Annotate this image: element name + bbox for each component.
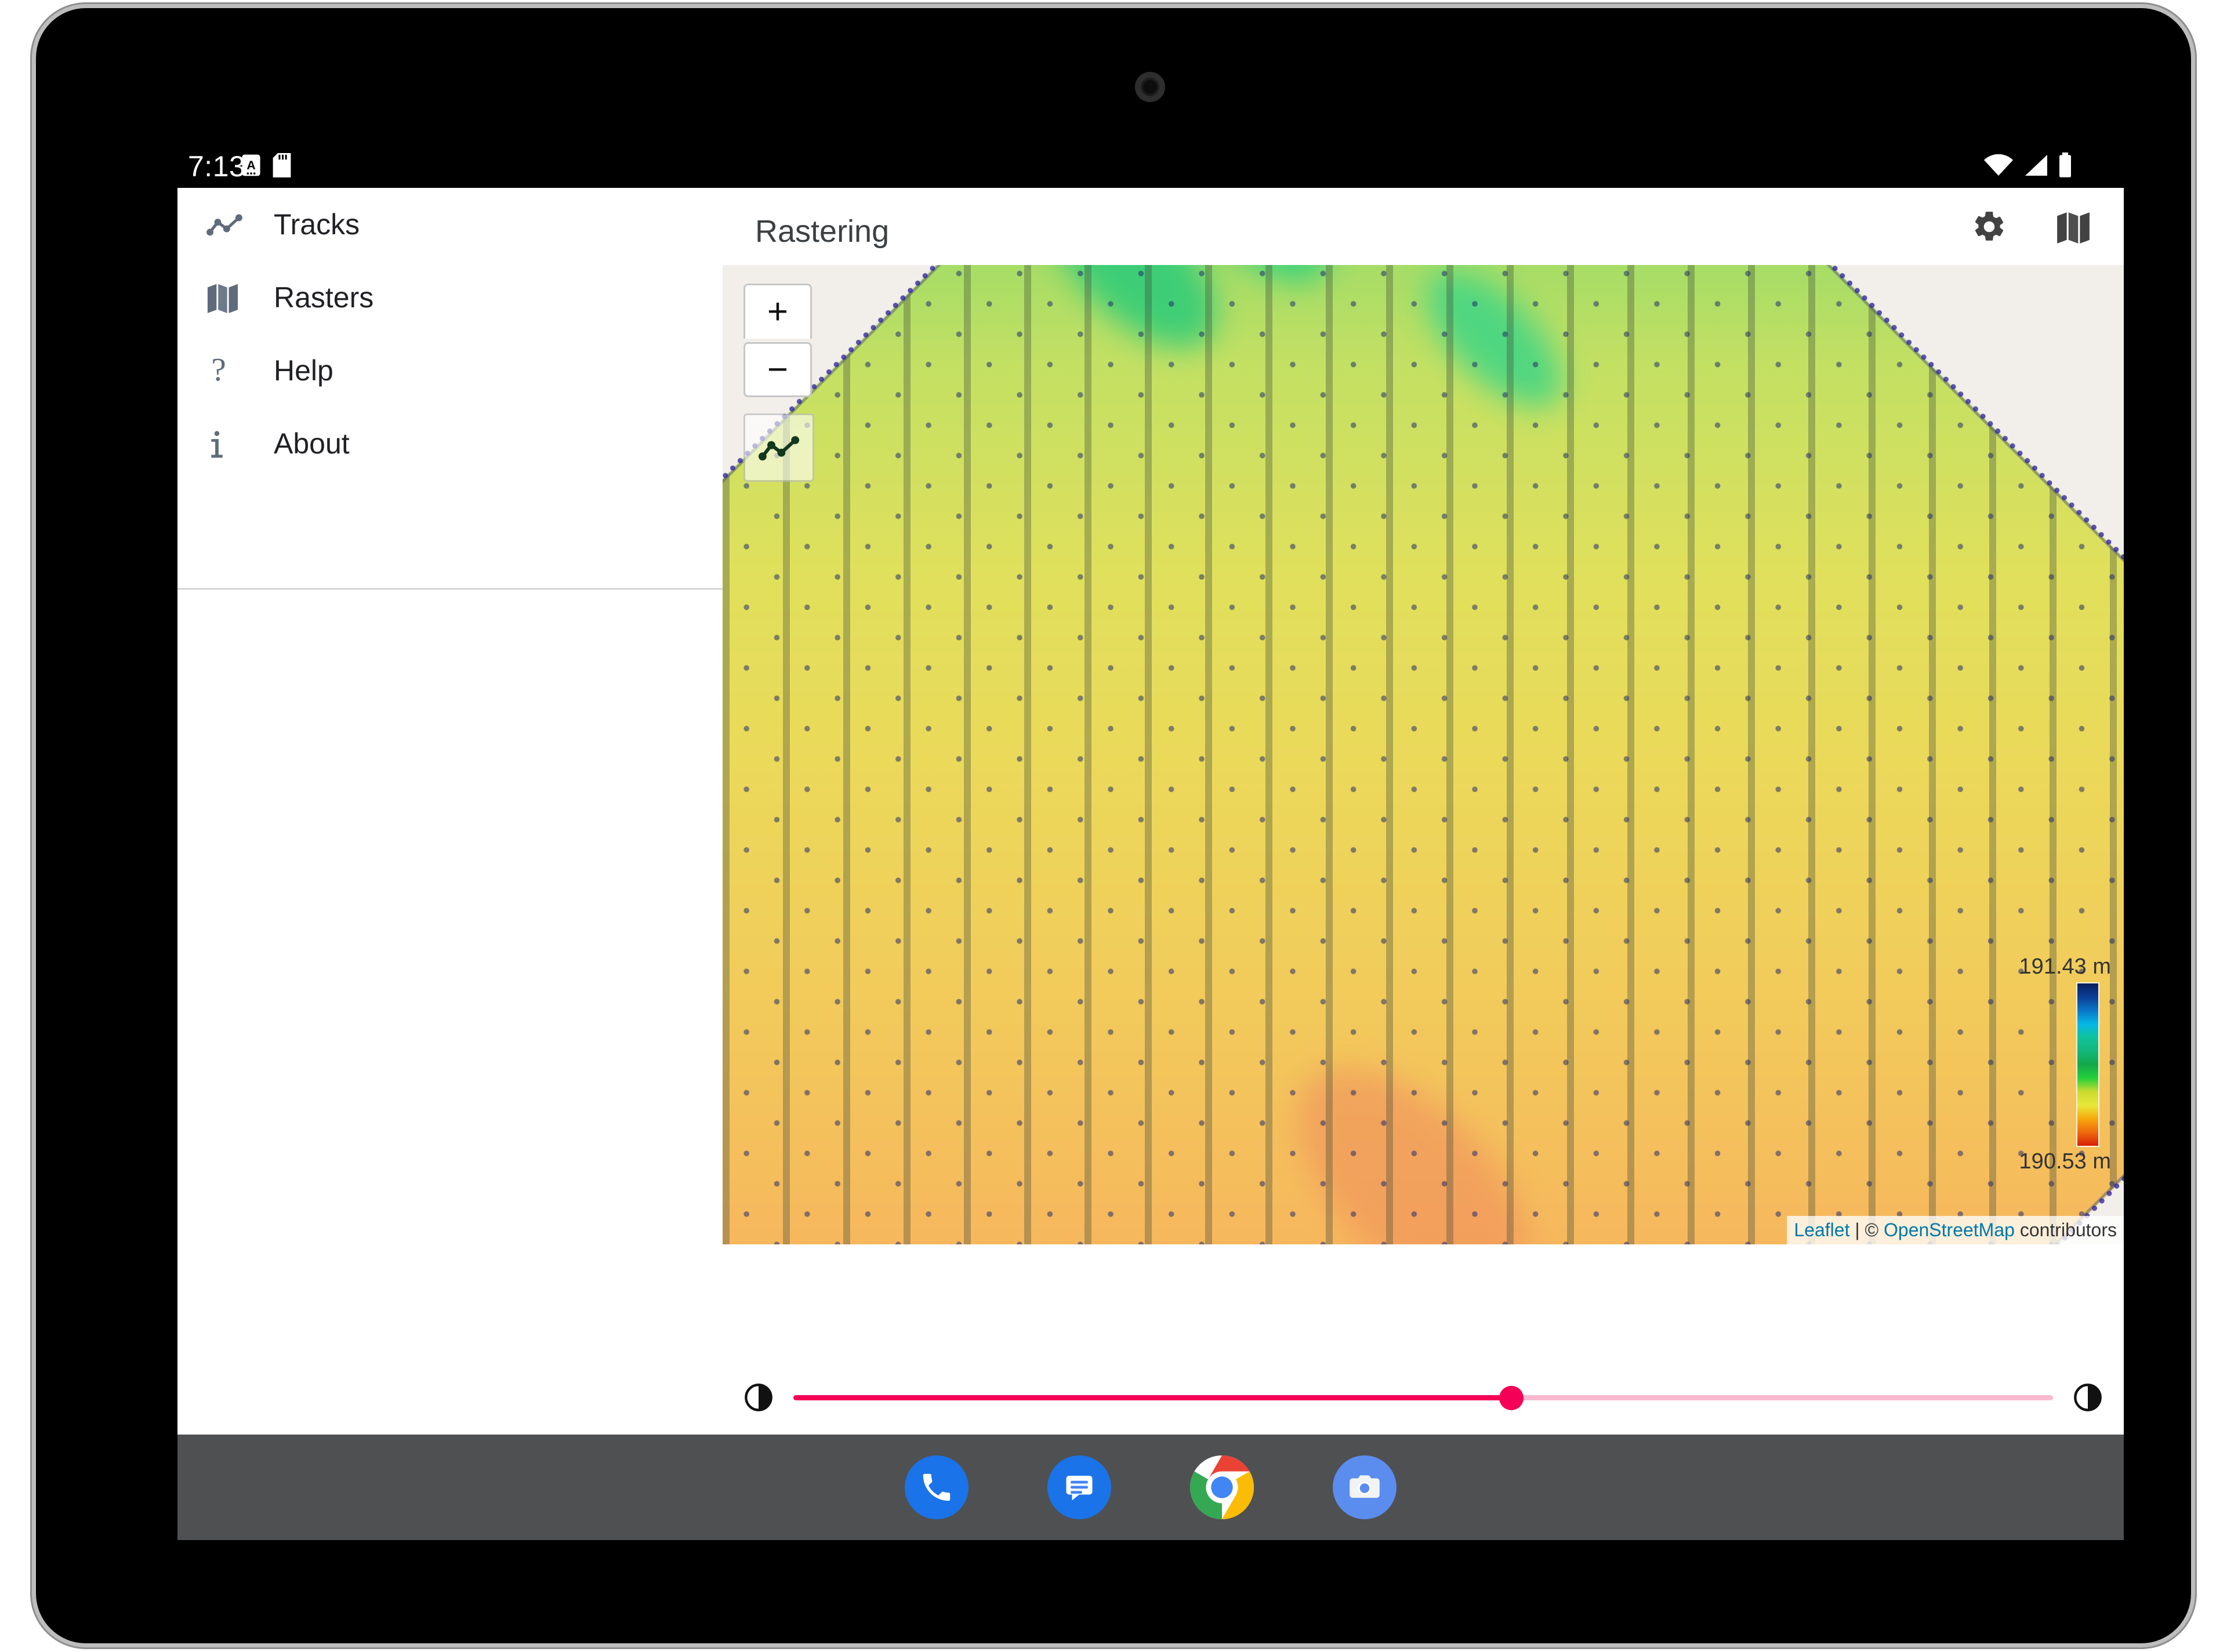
front-camera-icon xyxy=(1135,72,1165,102)
slider-thumb[interactable] xyxy=(1499,1386,1524,1410)
track-toggle-button[interactable] xyxy=(743,413,814,482)
map-canvas[interactable]: + − 191.43 m 190.53 m Leaflet | © OpenSt… xyxy=(723,265,2124,1244)
legend-colorbar xyxy=(2077,983,2098,1146)
legend-min-label: 190.53 m xyxy=(2019,1149,2111,1174)
dock-navigation-bar xyxy=(177,1435,2124,1540)
elevation-legend: 191.43 m 190.53 m xyxy=(2019,954,2111,1174)
app-body: Tracks Rasters ? Help About Rastering + … xyxy=(177,188,2124,1435)
main-pane: Rastering + − 191.43 m 190.53 m Leaflet … xyxy=(723,188,2124,1435)
dock-item-camera[interactable] xyxy=(1333,1455,1397,1519)
map-attribution: Leaflet | © OpenStreetMap contributors xyxy=(1787,1216,2124,1244)
sidebar-item-label: Rasters xyxy=(274,281,374,314)
question-mark-icon: ? xyxy=(205,354,274,387)
messages-icon xyxy=(1066,1476,1093,1501)
cellular-signal-icon xyxy=(2025,155,2047,176)
sd-card-icon xyxy=(273,153,291,177)
raster-overlay xyxy=(723,265,2124,1244)
zoom-in-button[interactable]: + xyxy=(743,284,812,339)
camera-icon xyxy=(1350,1475,1380,1498)
slider-track-active xyxy=(793,1395,1512,1400)
folded-map-icon xyxy=(205,282,274,313)
sidebar-item-label: Help xyxy=(274,354,333,387)
status-clock: 7:13 xyxy=(188,150,246,183)
legend-max-label: 191.43 m xyxy=(2019,954,2111,979)
gear-icon xyxy=(1975,211,2004,241)
app-bar: Rastering xyxy=(723,188,2124,265)
info-icon xyxy=(205,427,274,460)
contrast-slider-row xyxy=(723,1360,2124,1435)
raster-border-waypoints xyxy=(723,265,2124,1244)
contrast-slider[interactable] xyxy=(793,1360,2053,1435)
leaflet-link[interactable]: Leaflet xyxy=(1794,1219,1849,1240)
track-line-chart-icon xyxy=(758,436,800,461)
zoom-control: + − xyxy=(743,284,812,397)
contrast-icon[interactable] xyxy=(743,1382,774,1413)
settings-button[interactable] xyxy=(1961,199,2017,255)
navigation-drawer: Tracks Rasters ? Help About xyxy=(177,188,723,1435)
sidebar-item-about[interactable]: About xyxy=(177,407,723,480)
attribution-suffix: contributors xyxy=(2014,1219,2117,1240)
dock-item-chrome[interactable] xyxy=(1190,1455,1254,1519)
status-right-icons xyxy=(1983,143,2073,188)
wifi-icon xyxy=(1984,154,2013,176)
attribution-separator: | © xyxy=(1849,1219,1884,1240)
status-bar: 7:13 A xyxy=(177,143,2124,188)
status-left-icons: A xyxy=(241,143,291,188)
battery-icon xyxy=(2059,153,2071,177)
svg-text:?: ? xyxy=(211,354,226,387)
dock-item-messages[interactable] xyxy=(1047,1455,1111,1519)
sidebar-item-label: About xyxy=(274,427,350,460)
sidebar-item-label: Tracks xyxy=(274,208,360,241)
track-line-chart-icon xyxy=(205,211,274,238)
zoom-out-button[interactable]: − xyxy=(743,342,812,397)
chrome-icon xyxy=(1190,1455,1254,1519)
folded-map-icon xyxy=(2057,212,2090,244)
openstreetmap-link[interactable]: OpenStreetMap xyxy=(1884,1219,2015,1240)
sidebar-item-help[interactable]: ? Help xyxy=(177,334,723,407)
page-title: Rastering xyxy=(755,214,890,249)
svg-text:A: A xyxy=(246,158,255,172)
map-layer-button[interactable] xyxy=(2045,199,2101,255)
dock-item-phone[interactable] xyxy=(905,1455,969,1519)
phone-icon xyxy=(923,1473,951,1501)
sidebar-item-tracks[interactable]: Tracks xyxy=(177,188,723,261)
contrast-icon[interactable] xyxy=(2073,1382,2103,1413)
sidebar-divider xyxy=(177,588,723,590)
sidebar-item-rasters[interactable]: Rasters xyxy=(177,261,723,334)
app-bar-actions xyxy=(1961,188,2101,265)
device-screen: 7:13 A Tracks Rasters ? Help About Raste… xyxy=(177,143,2124,1540)
tablet-frame: 7:13 A Tracks Rasters ? Help About Raste… xyxy=(36,8,2191,1643)
alphabet-a-badge-icon: A xyxy=(242,154,260,176)
